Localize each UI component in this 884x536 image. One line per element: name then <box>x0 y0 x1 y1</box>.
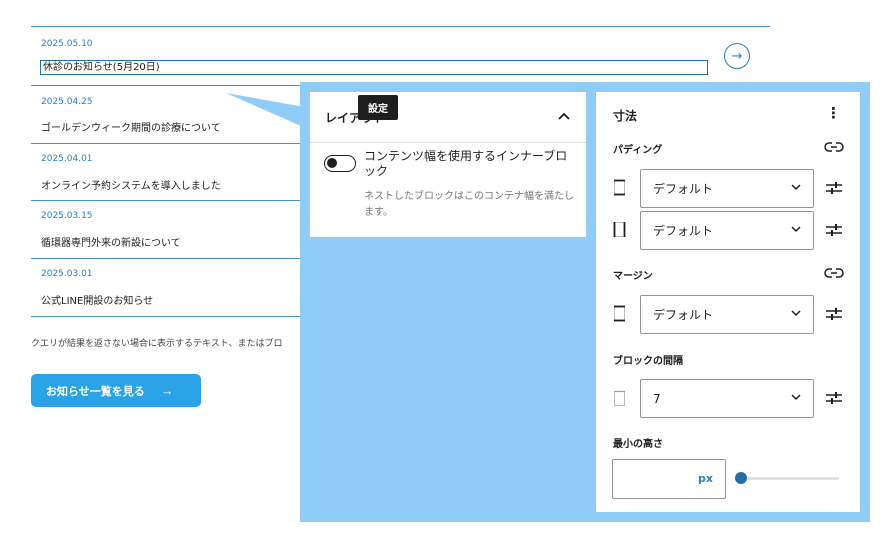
arrow-right-circle-icon[interactable]: → <box>724 43 750 69</box>
custom-values-icon[interactable] <box>826 391 842 405</box>
view-all-news-button[interactable]: お知らせ一覧を見る → <box>31 374 201 407</box>
min-height-label: 最小の高さ <box>613 439 663 450</box>
unlink-sides-icon[interactable] <box>824 140 844 154</box>
vertical-sides-icon <box>614 305 625 322</box>
padding-label: パディング <box>613 145 663 156</box>
layout-panel: レイアウト コンテンツ幅を使用するインナーブロック ネストしたブロックはこのコン… <box>310 92 586 237</box>
toggle-knob <box>327 158 337 168</box>
chevron-down-icon <box>791 394 801 401</box>
select-value: デフォルト <box>653 182 714 196</box>
news-title[interactable]: 公式LINE開設のお知らせ <box>41 292 153 307</box>
unlink-sides-icon[interactable] <box>824 266 844 280</box>
news-title-selected[interactable]: 休診のお知らせ(5月20日) <box>40 60 708 75</box>
no-results-text[interactable]: クエリが結果を返さない場合に表示するテキスト、またはブロ <box>31 336 283 349</box>
view-all-news-label: お知らせ一覧を見る <box>46 385 145 398</box>
page: 2025.05.10 休診のお知らせ(5月20日) → 2025.04.25 ゴ… <box>0 0 884 536</box>
chevron-down-icon <box>791 226 801 233</box>
horizontal-sides-icon <box>613 222 626 237</box>
vertical-sides-icon <box>614 179 625 196</box>
chevron-down-icon <box>791 310 801 317</box>
news-date: 2025.03.15 <box>41 211 93 221</box>
margin-label: マージン <box>613 271 653 282</box>
block-spacing-label: ブロックの間隔 <box>613 356 683 367</box>
news-title[interactable]: オンライン予約システムを導入しました <box>41 177 221 192</box>
news-title[interactable]: 循環器専門外来の新設について <box>41 234 181 249</box>
margin-select[interactable]: デフォルト <box>640 295 814 334</box>
news-title[interactable]: ゴールデンウィーク期間の診療について <box>41 119 221 134</box>
toggle-label: コンテンツ幅を使用するインナーブロック <box>364 149 568 178</box>
select-value: デフォルト <box>653 308 714 322</box>
inner-blocks-width-toggle[interactable] <box>324 155 356 172</box>
news-list-item[interactable]: 2025.05.10 休診のお知らせ(5月20日) <box>31 26 770 86</box>
panel-divider <box>310 142 586 143</box>
custom-values-icon[interactable] <box>826 223 842 237</box>
chevron-down-icon <box>791 184 801 191</box>
padding-horizontal-select[interactable]: デフォルト <box>640 211 814 250</box>
min-height-slider-thumb[interactable] <box>735 472 747 484</box>
min-height-input[interactable]: px <box>612 459 726 499</box>
dimensions-panel: 寸法 ⋮ パディング デフォルト デフォルト マージン デフォルト ブロックの間… <box>596 92 860 512</box>
more-options-icon[interactable]: ⋮ <box>826 104 841 122</box>
arrow-right-icon: → <box>160 383 174 398</box>
unit-select[interactable]: px <box>698 472 713 485</box>
dimensions-panel-title: 寸法 <box>613 109 638 123</box>
select-value: デフォルト <box>653 224 714 238</box>
news-date: 2025.04.01 <box>41 154 93 164</box>
all-sides-icon <box>614 390 625 406</box>
custom-values-icon[interactable] <box>826 307 842 321</box>
min-height-slider-track[interactable] <box>741 477 839 480</box>
chevron-up-icon[interactable] <box>557 109 571 123</box>
select-value: 7 <box>653 391 661 406</box>
custom-values-icon[interactable] <box>826 181 842 195</box>
block-spacing-select[interactable]: 7 <box>640 379 814 418</box>
padding-vertical-select[interactable]: デフォルト <box>640 169 814 208</box>
toggle-help-text: ネストしたブロックはこのコンテナ幅を満たします。 <box>364 191 574 218</box>
news-date: 2025.04.25 <box>41 97 93 107</box>
news-date: 2025.03.01 <box>41 269 93 279</box>
news-date: 2025.05.10 <box>41 39 93 49</box>
settings-tooltip: 設定 <box>358 95 398 120</box>
